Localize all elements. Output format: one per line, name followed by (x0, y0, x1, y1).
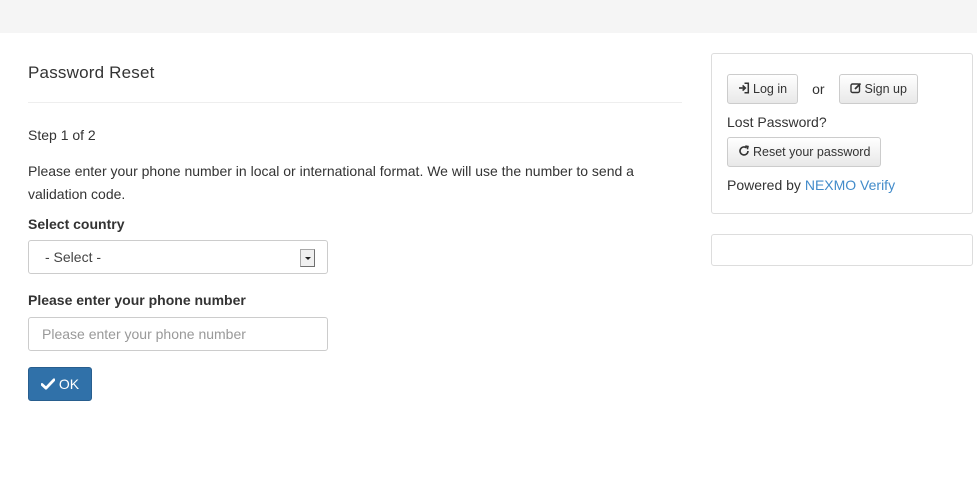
phone-input[interactable] (28, 317, 328, 351)
dropdown-arrow-icon[interactable] (300, 249, 315, 267)
reset-password-button-label: Reset your password (753, 145, 871, 159)
page-title: Password Reset (28, 63, 155, 82)
powered-by: Powered by NEXMO Verify (727, 177, 895, 193)
secondary-panel (711, 234, 973, 266)
country-label: Select country (28, 216, 125, 232)
title-divider (28, 102, 682, 103)
country-select-value: - Select - (45, 249, 102, 265)
powered-by-text: Powered by (727, 177, 801, 193)
ok-button[interactable]: OK (28, 367, 92, 401)
top-bar (0, 0, 977, 33)
login-button-label: Log in (753, 82, 788, 96)
or-separator: or (812, 81, 825, 97)
edit-icon (849, 82, 862, 97)
check-icon (40, 378, 55, 390)
phone-label: Please enter your phone number (28, 292, 246, 308)
lost-password-text: Lost Password? (727, 114, 827, 130)
signup-button[interactable]: Sign up (838, 74, 918, 104)
country-select[interactable]: - Select - (28, 240, 328, 274)
nexmo-verify-link[interactable]: NEXMO Verify (805, 177, 895, 193)
auth-row: Log in or Sign up (727, 74, 918, 104)
login-button[interactable]: Log in (727, 74, 799, 104)
refresh-icon (738, 144, 750, 160)
account-panel: Log in or Sign up Lost Password? Reset y… (711, 53, 973, 214)
step-indicator: Step 1 of 2 (28, 127, 96, 143)
main-content: Password Reset Step 1 of 2 Please enter … (28, 33, 682, 401)
ok-button-label: OK (58, 376, 80, 392)
sign-in-icon (738, 81, 750, 97)
intro-text: Please enter your phone number in local … (28, 163, 634, 202)
signup-button-label: Sign up (864, 82, 907, 96)
reset-password-button[interactable]: Reset your password (727, 137, 882, 167)
